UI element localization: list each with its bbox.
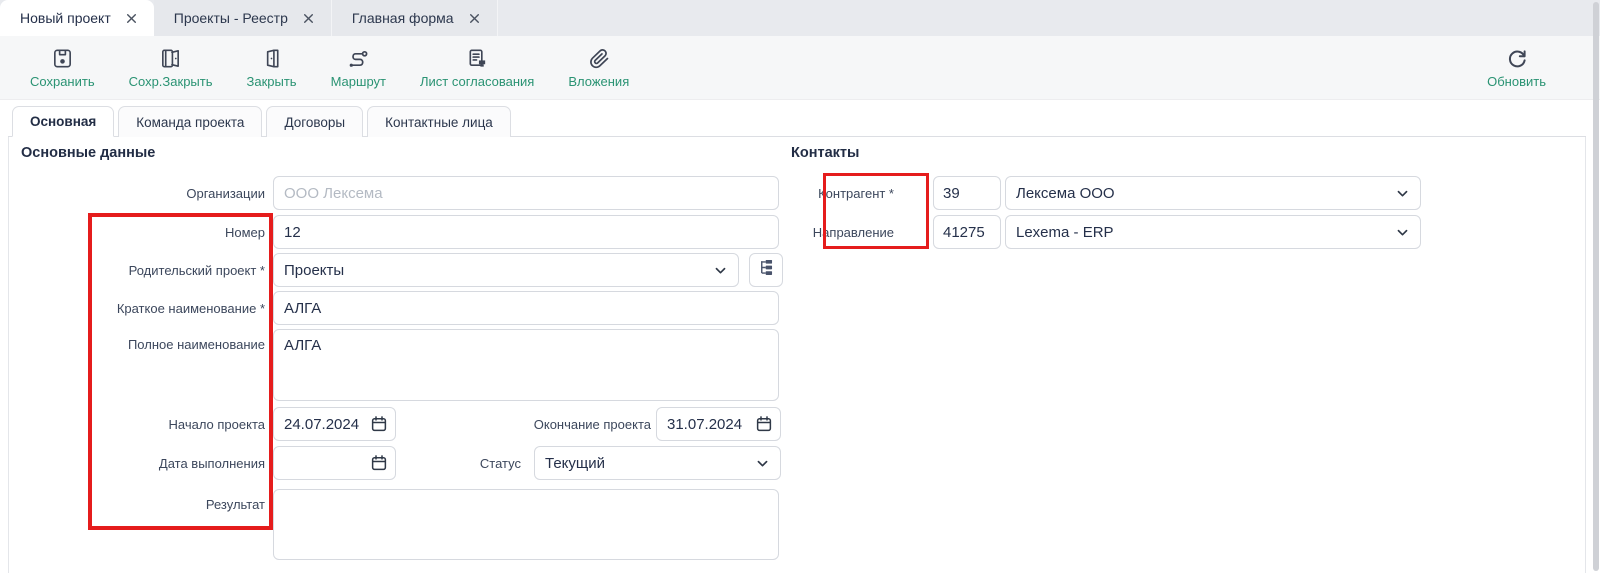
direction-code-input[interactable] (933, 215, 1001, 249)
contractor-code-input[interactable] (933, 176, 1001, 210)
number-label: Номер (9, 225, 273, 240)
save-close-icon (159, 47, 182, 71)
chevron-down-icon (713, 263, 728, 282)
parent-project-value: Проекты (284, 262, 344, 279)
number-input[interactable] (273, 215, 779, 249)
window-tab-label: Новый проект (20, 10, 111, 26)
tab-project-team[interactable]: Команда проекта (118, 106, 262, 137)
close-icon[interactable] (302, 12, 315, 25)
tab-main[interactable]: Основная (12, 106, 114, 137)
attachments-button[interactable]: Вложения (554, 43, 643, 93)
chevron-down-icon (1395, 225, 1410, 244)
status-label: Статус (480, 456, 521, 471)
route-button[interactable]: Маршрут (317, 43, 400, 93)
organizations-input[interactable] (273, 176, 779, 210)
tree-icon (757, 258, 776, 282)
project-tree-button[interactable] (749, 253, 783, 287)
execution-date-label: Дата выполнения (9, 456, 273, 471)
paperclip-icon (587, 47, 611, 71)
execution-date-field (273, 446, 396, 480)
result-label: Результат (9, 489, 273, 512)
attachments-button-label: Вложения (568, 74, 629, 89)
save-button[interactable]: Сохранить (16, 43, 109, 93)
route-icon (346, 47, 370, 71)
organizations-label: Организации (9, 186, 273, 201)
contractor-select[interactable]: Лексема ООО (1005, 176, 1421, 210)
section-title-contacts: Контакты (791, 145, 859, 161)
project-end-label: Окончание проекта (534, 417, 651, 432)
window-tab-projects-registry[interactable]: Проекты - Реестр (154, 0, 332, 36)
project-start-field (273, 407, 396, 441)
window-tab-new-project[interactable]: Новый проект (0, 0, 154, 36)
parent-project-label: Родительский проект * (9, 263, 273, 278)
approval-sheet-button-label: Лист согласования (420, 74, 534, 89)
window-tab-label: Проекты - Реестр (174, 10, 288, 26)
toolbar-left-group: Сохранить Сохр.Закрыть (0, 43, 643, 93)
form-content: Основные данные Контакты Организации Ном… (8, 137, 1586, 573)
result-textarea[interactable] (273, 489, 779, 560)
tab-contracts-label: Договоры (284, 115, 345, 130)
calendar-icon[interactable] (370, 454, 388, 477)
chevron-down-icon (755, 456, 770, 475)
direction-label: Направление (791, 225, 926, 240)
direction-value: Lexema - ERP (1016, 224, 1114, 241)
close-icon[interactable] (468, 12, 481, 25)
vertical-scrollbar[interactable] (1593, 2, 1599, 571)
tab-project-team-label: Команда проекта (136, 115, 244, 130)
refresh-button[interactable]: Обновить (1473, 43, 1560, 93)
calendar-icon[interactable] (755, 415, 773, 438)
save-icon (51, 47, 74, 71)
tab-contact-persons-label: Контактные лица (385, 115, 493, 130)
approval-sheet-icon (466, 47, 489, 71)
app-window: Новый проект Проекты - Реестр Главная фо… (0, 0, 1600, 573)
project-end-field (656, 407, 781, 441)
status-value: Текущий (545, 455, 605, 472)
tab-main-label: Основная (30, 114, 96, 129)
window-tab-main-form[interactable]: Главная форма (332, 0, 498, 36)
save-close-button-label: Сохр.Закрыть (129, 74, 213, 89)
project-start-label: Начало проекта (9, 417, 273, 432)
short-name-label: Краткое наименование * (9, 301, 273, 316)
direction-select[interactable]: Lexema - ERP (1005, 215, 1421, 249)
door-close-icon (260, 47, 283, 71)
parent-project-select[interactable]: Проекты (273, 253, 739, 287)
chevron-down-icon (1395, 186, 1410, 205)
section-title-main-data: Основные данные (21, 145, 155, 161)
form-tab-bar: Основная Команда проекта Договоры Контак… (8, 103, 1586, 137)
toolbar: Сохранить Сохр.Закрыть (0, 36, 1600, 100)
close-icon[interactable] (125, 12, 138, 25)
save-button-label: Сохранить (30, 74, 95, 89)
approval-sheet-button[interactable]: Лист согласования (406, 43, 548, 93)
tab-contact-persons[interactable]: Контактные лица (367, 106, 511, 137)
window-tab-bar: Новый проект Проекты - Реестр Главная фо… (0, 0, 1600, 36)
route-button-label: Маршрут (331, 74, 386, 89)
toolbar-right-group: Обновить (1473, 43, 1600, 93)
save-close-button[interactable]: Сохр.Закрыть (115, 43, 227, 93)
close-button-label: Закрыть (247, 74, 297, 89)
tab-contracts[interactable]: Договоры (266, 106, 363, 137)
window-tab-label: Главная форма (352, 10, 454, 26)
calendar-icon[interactable] (370, 415, 388, 438)
short-name-input[interactable] (273, 291, 779, 325)
full-name-textarea[interactable]: АЛГА (273, 329, 779, 401)
status-select[interactable]: Текущий (534, 446, 781, 480)
refresh-button-label: Обновить (1487, 74, 1546, 89)
full-name-label: Полное наименование (9, 329, 273, 352)
contractor-label: Контрагент * (791, 186, 926, 201)
contractor-value: Лексема ООО (1016, 185, 1115, 202)
close-button[interactable]: Закрыть (233, 43, 311, 93)
refresh-icon (1505, 47, 1529, 71)
